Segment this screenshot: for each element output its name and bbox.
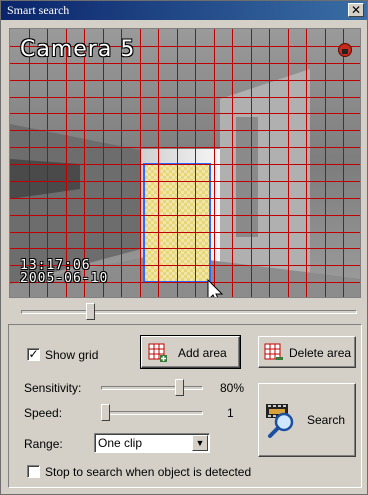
range-select[interactable]: One clip ▼ <box>94 433 210 453</box>
show-grid-label: Show grid <box>45 348 99 362</box>
seek-slider-thumb[interactable] <box>86 303 95 320</box>
delete-area-button[interactable]: Delete area <box>258 336 356 368</box>
search-film-magnifier-icon <box>266 404 294 438</box>
speed-label: Speed: <box>24 406 63 420</box>
smart-search-window: Smart search ✕ Camera 5 13:17:06 2005-06… <box>0 0 368 495</box>
search-button[interactable]: Search <box>258 383 356 457</box>
close-button[interactable]: ✕ <box>348 3 364 17</box>
range-selected-value: One clip <box>98 436 143 450</box>
sensitivity-label: Sensitivity: <box>24 381 82 395</box>
camera-label: Camera 5 <box>20 37 136 62</box>
show-grid-checkbox[interactable]: ✓ <box>27 348 40 361</box>
chevron-down-icon[interactable]: ▼ <box>192 435 208 451</box>
camera-video-view[interactable]: Camera 5 13:17:06 2005-06-10 <box>9 28 361 298</box>
speed-slider-thumb[interactable] <box>101 404 110 421</box>
add-area-label: Add area <box>178 346 227 360</box>
stop-on-detect-label: Stop to search when object is detected <box>45 465 252 479</box>
title-bar: Smart search ✕ <box>1 1 367 20</box>
window-title: Smart search <box>7 3 70 17</box>
search-label: Search <box>307 413 346 427</box>
checkmark-icon: ✓ <box>28 347 39 361</box>
add-area-button[interactable]: Add area <box>140 335 241 369</box>
timestamp-date: 2005-06-10 <box>20 271 109 286</box>
range-label: Range: <box>24 437 63 451</box>
delete-area-grid-icon <box>264 343 283 360</box>
close-icon: ✕ <box>350 3 362 17</box>
speed-slider-track[interactable] <box>101 411 203 415</box>
scene-door-frame <box>236 117 258 237</box>
delete-area-label: Delete area <box>289 346 352 360</box>
timestamp: 13:17:06 2005-06-10 <box>20 259 108 285</box>
sensitivity-slider-track[interactable] <box>101 386 203 390</box>
add-area-grid-icon <box>148 343 167 362</box>
stop-on-detect-checkbox[interactable] <box>27 465 40 478</box>
seek-slider-track[interactable] <box>21 310 357 314</box>
speed-value: 1 <box>227 406 234 420</box>
sensitivity-slider-thumb[interactable] <box>175 379 184 396</box>
sensitivity-value: 80% <box>220 381 245 395</box>
record-icon <box>338 43 352 57</box>
